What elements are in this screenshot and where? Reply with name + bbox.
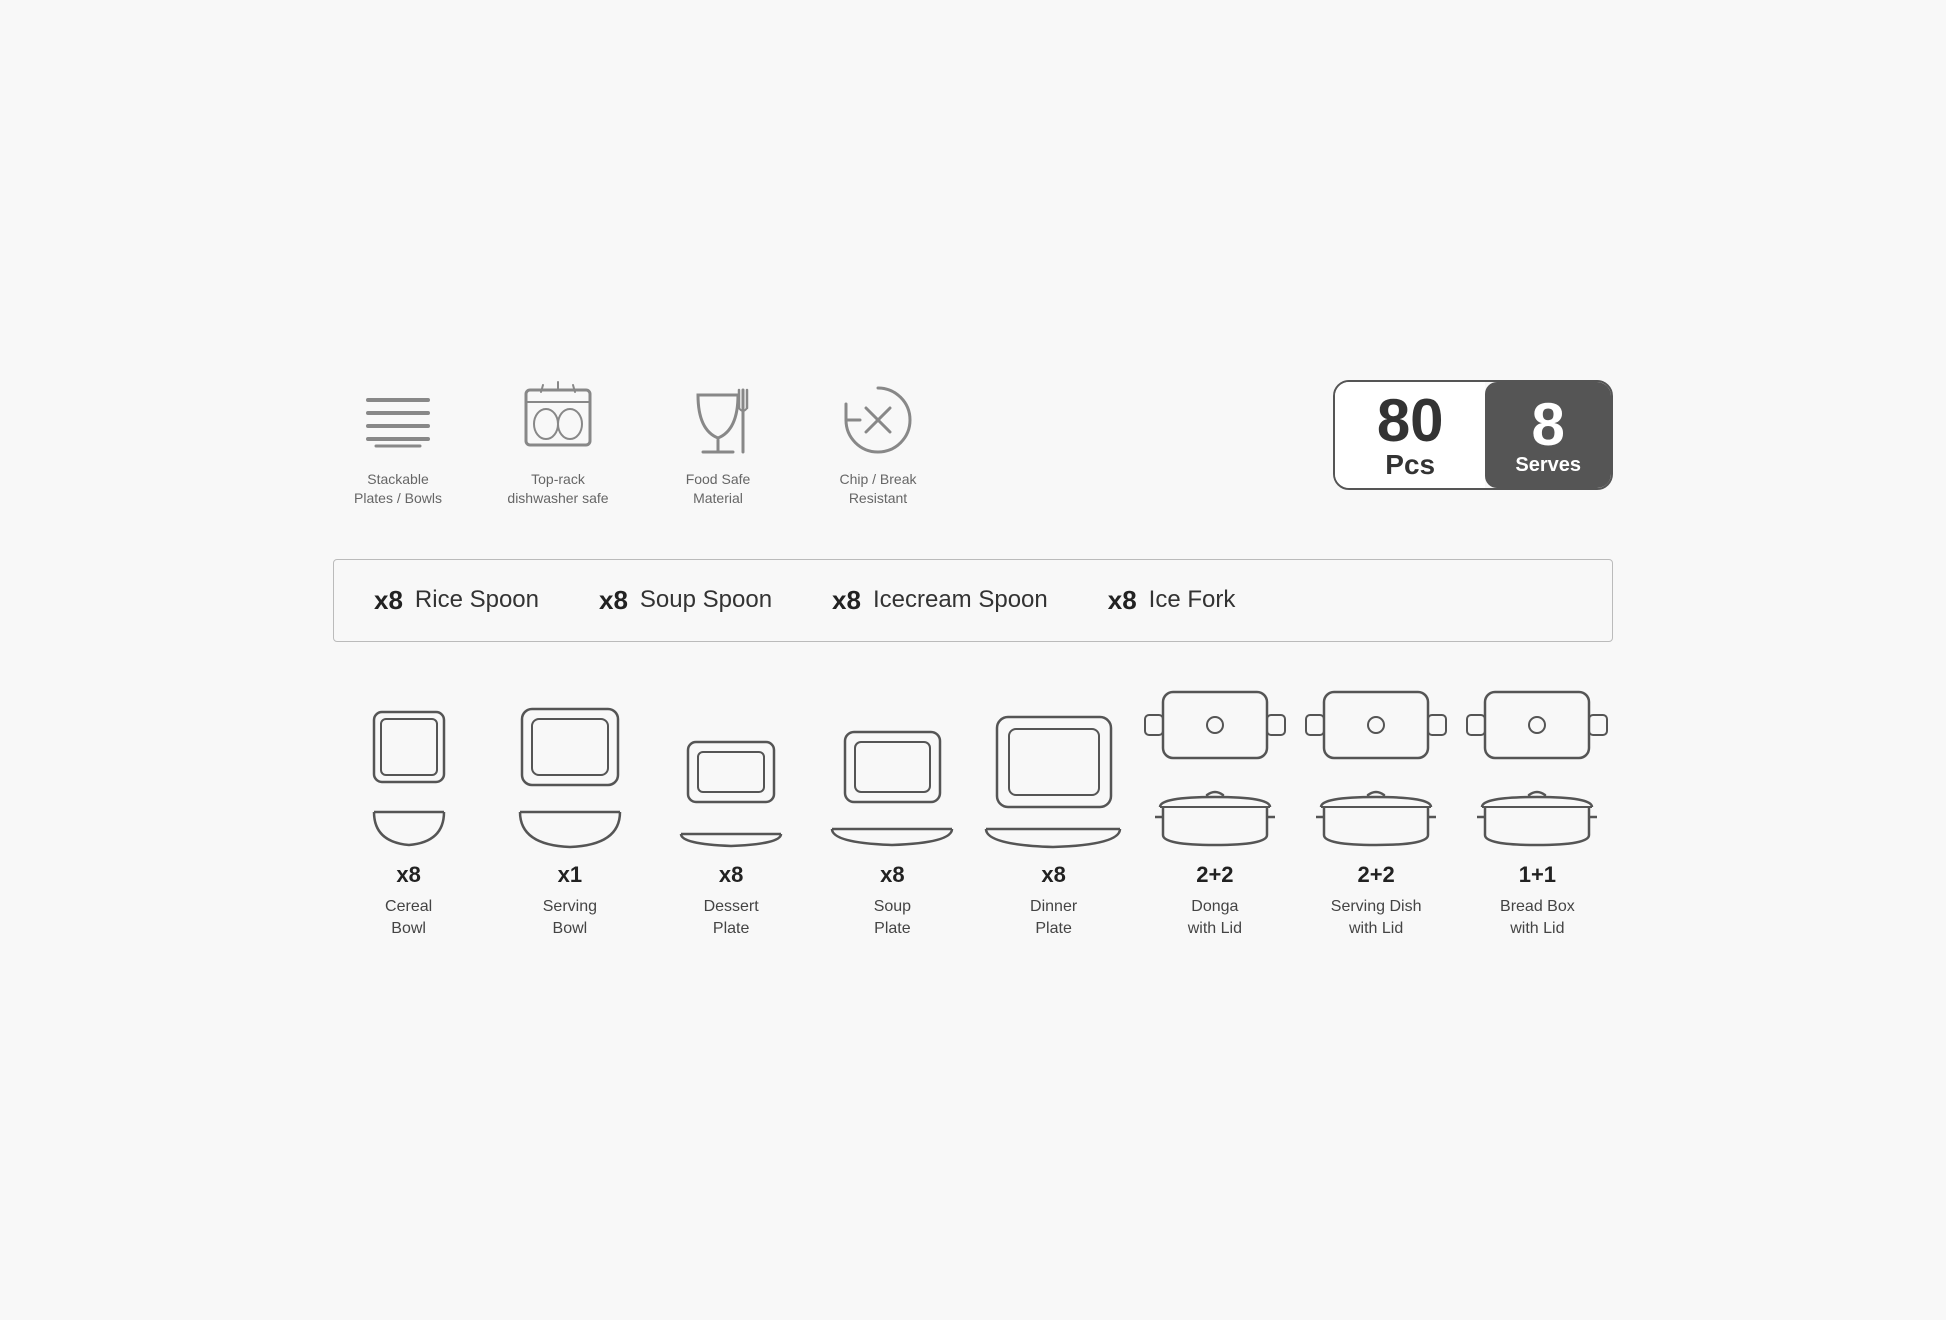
dishwasher-label: Top-rackdishwasher safe bbox=[507, 470, 608, 509]
item-donga: 2+2 Dongawith Lid bbox=[1139, 692, 1290, 941]
item-cereal-bowl: x8 CerealBowl bbox=[333, 692, 484, 941]
cereal-bowl-drawing bbox=[359, 692, 459, 852]
feature-food-safe: Food SafeMaterial bbox=[653, 380, 783, 509]
item-soup-plate: x8 SoupPlate bbox=[817, 692, 968, 941]
rice-spoon-qty: x8 bbox=[374, 585, 403, 616]
stackable-icon bbox=[358, 380, 438, 460]
serves-label-text: Serves bbox=[1515, 455, 1581, 475]
item-serving-bowl: x1 ServingBowl bbox=[494, 692, 645, 941]
utensil-ice-fork: x8 Ice Fork bbox=[1108, 585, 1236, 616]
features-icons: StackablePlates / Bowls bbox=[333, 380, 1333, 509]
rice-spoon-name: Rice Spoon bbox=[415, 586, 539, 614]
dessert-plate-name: DessertPlate bbox=[704, 896, 759, 941]
items-grid: x8 CerealBowl x1 ServingBowl bbox=[333, 692, 1613, 941]
feature-dishwasher: Top-rackdishwasher safe bbox=[493, 380, 623, 509]
soup-plate-drawing bbox=[827, 692, 957, 852]
serves-section: 8 Serves bbox=[1485, 382, 1611, 488]
bread-box-drawing bbox=[1467, 692, 1607, 852]
icecream-spoon-name: Icecream Spoon bbox=[873, 586, 1048, 614]
soup-spoon-name: Soup Spoon bbox=[640, 586, 772, 614]
ice-fork-name: Ice Fork bbox=[1149, 586, 1236, 614]
chip-break-icon bbox=[838, 380, 918, 460]
dinner-plate-drawing bbox=[981, 692, 1126, 852]
item-dinner-plate: x8 DinnerPlate bbox=[978, 692, 1129, 941]
donga-qty: 2+2 bbox=[1196, 862, 1233, 888]
feature-chip-break: Chip / BreakResistant bbox=[813, 380, 943, 509]
donga-name: Dongawith Lid bbox=[1188, 896, 1242, 941]
serves-number: 8 bbox=[1532, 395, 1565, 455]
main-container: StackablePlates / Bowls bbox=[273, 340, 1673, 981]
serving-bowl-drawing bbox=[510, 692, 630, 852]
utensils-box: x8 Rice Spoon x8 Soup Spoon x8 Icecream … bbox=[333, 559, 1613, 642]
icecream-spoon-qty: x8 bbox=[832, 585, 861, 616]
item-bread-box: 1+1 Bread Boxwith Lid bbox=[1462, 692, 1613, 941]
stackable-label: StackablePlates / Bowls bbox=[354, 470, 442, 509]
pcs-label: Pcs bbox=[1385, 451, 1435, 479]
bread-box-name: Bread Boxwith Lid bbox=[1500, 896, 1575, 941]
pcs-section: 80 Pcs bbox=[1335, 382, 1485, 488]
item-serving-dish: 2+2 Serving Dishwith Lid bbox=[1301, 692, 1452, 941]
serving-bowl-name: ServingBowl bbox=[543, 896, 597, 941]
serving-dish-name: Serving Dishwith Lid bbox=[1331, 896, 1422, 941]
utensil-soup-spoon: x8 Soup Spoon bbox=[599, 585, 772, 616]
utensil-icecream-spoon: x8 Icecream Spoon bbox=[832, 585, 1048, 616]
soup-spoon-qty: x8 bbox=[599, 585, 628, 616]
cereal-bowl-qty: x8 bbox=[396, 862, 420, 888]
dessert-plate-qty: x8 bbox=[719, 862, 743, 888]
serving-bowl-qty: x1 bbox=[558, 862, 582, 888]
bread-box-qty: 1+1 bbox=[1519, 862, 1556, 888]
food-safe-label: Food SafeMaterial bbox=[686, 470, 751, 509]
cereal-bowl-name: CerealBowl bbox=[385, 896, 432, 941]
feature-stackable: StackablePlates / Bowls bbox=[333, 380, 463, 509]
soup-plate-qty: x8 bbox=[880, 862, 904, 888]
dinner-plate-qty: x8 bbox=[1041, 862, 1065, 888]
features-row: StackablePlates / Bowls bbox=[333, 380, 1613, 509]
dessert-plate-drawing bbox=[671, 692, 791, 852]
dinner-plate-name: DinnerPlate bbox=[1030, 896, 1077, 941]
donga-drawing bbox=[1145, 692, 1285, 852]
serving-dish-drawing bbox=[1306, 692, 1446, 852]
serves-badge: 80 Pcs 8 Serves bbox=[1333, 380, 1613, 490]
dishwasher-icon bbox=[518, 380, 598, 460]
utensil-rice-spoon: x8 Rice Spoon bbox=[374, 585, 539, 616]
food-safe-icon bbox=[678, 380, 758, 460]
soup-plate-name: SoupPlate bbox=[874, 896, 911, 941]
item-dessert-plate: x8 DessertPlate bbox=[656, 692, 807, 941]
pcs-number: 80 bbox=[1377, 391, 1444, 451]
ice-fork-qty: x8 bbox=[1108, 585, 1137, 616]
serving-dish-qty: 2+2 bbox=[1357, 862, 1394, 888]
chip-break-label: Chip / BreakResistant bbox=[839, 470, 916, 509]
